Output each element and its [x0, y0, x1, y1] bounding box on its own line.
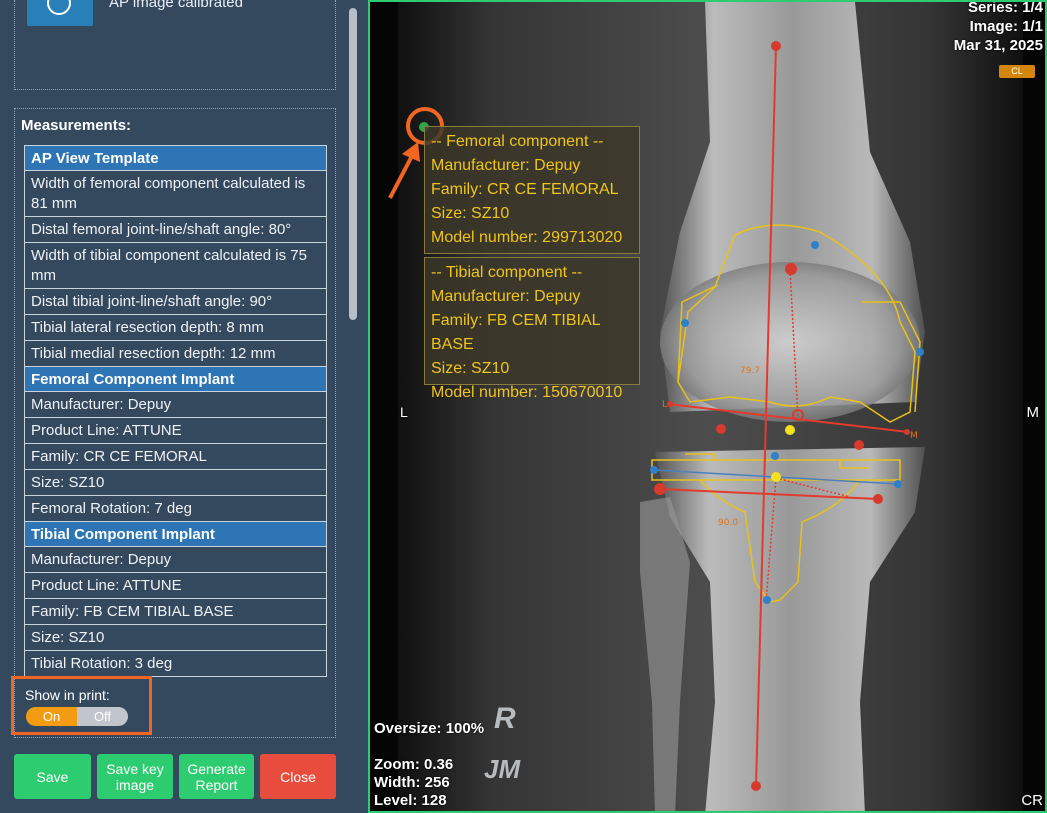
femoral-info-model: Model number: 299713020 — [431, 229, 623, 246]
xray-viewer[interactable]: 79.7 90.0 L M Series: 1/4 Image: 1/1 Mar… — [368, 0, 1047, 813]
save-button-label: Save — [36, 768, 69, 785]
measurement-row: Width of femoral component calculated is… — [24, 171, 327, 217]
watermark-jm: JM — [484, 754, 521, 784]
measurement-row: Distal tibial joint-line/shaft angle: 90… — [24, 289, 327, 315]
measurement-row: Tibial lateral resection depth: 8 mm — [24, 315, 327, 341]
femoral-angle-label: 79.7 — [740, 366, 760, 376]
femoral-info-family: Family: CR CE FEMORAL — [431, 181, 619, 198]
oversize-readout: Oversize: 100% — [374, 720, 485, 737]
generate-report-button[interactable]: Generate Report — [179, 754, 254, 799]
show-in-print-toggle[interactable]: On Off — [26, 707, 128, 726]
tibial-info-title: -- Tibial component -- — [431, 264, 583, 281]
measurement-row: Product Line: ATTUNE — [24, 573, 327, 599]
left-panel: AP image calibrated Measurements: AP Vie… — [0, 0, 368, 813]
zoom-text: Zoom: 0.36 — [374, 756, 454, 773]
calibration-status: AP image calibrated — [109, 0, 243, 11]
zoom-readout: Zoom: 0.36 Width: 256 Level: 128 — [374, 756, 453, 810]
measurement-section-header: Femoral Component Implant — [24, 367, 327, 392]
tibial-info-model: Model number: 150670010 — [431, 384, 623, 401]
show-in-print-label: Show in print: — [25, 687, 110, 703]
save-key-image-label: Save key image — [106, 760, 164, 793]
femoral-info-title: -- Femoral component -- — [431, 133, 604, 150]
modality-corner-label: CR — [1021, 792, 1043, 809]
save-button[interactable]: Save — [14, 754, 91, 799]
study-date-text: Mar 31, 2025 — [953, 37, 1043, 54]
measurement-row: Tibial medial resection depth: 12 mm — [24, 341, 327, 367]
calibration-box: AP image calibrated — [14, 0, 336, 90]
xray-image: 79.7 90.0 L M — [370, 2, 1045, 811]
measurement-section-header: Tibial Component Implant — [24, 522, 327, 547]
measurement-row: Tibial Rotation: 3 deg — [24, 651, 327, 677]
window-level-text: Level: 128 — [374, 792, 447, 809]
femoral-info-manufacturer: Manufacturer: Depuy — [431, 157, 581, 174]
measurement-row: Size: SZ10 — [24, 470, 327, 496]
toggle-on-option[interactable]: On — [26, 707, 77, 726]
measurements-title: Measurements: — [21, 117, 132, 134]
measurement-row: Size: SZ10 — [24, 625, 327, 651]
tibial-angle-label: 90.0 — [718, 518, 738, 528]
measurement-row: Femoral Rotation: 7 deg — [24, 496, 327, 522]
watermark-r: R — [494, 702, 516, 735]
tibial-info-size: Size: SZ10 — [431, 360, 510, 377]
measurements-box: Measurements: AP View Template Width of f… — [14, 108, 336, 738]
tibial-info-family: Family: FB CEM TIBIAL BASE — [431, 312, 600, 353]
calibration-icon[interactable] — [27, 0, 93, 26]
measurement-row: Family: FB CEM TIBIAL BASE — [24, 599, 327, 625]
save-key-image-button[interactable]: Save key image — [97, 754, 173, 799]
measurement-row: Distal femoral joint-line/shaft angle: 8… — [24, 217, 327, 243]
orientation-marker-left: L — [400, 404, 408, 420]
tibial-component-info[interactable]: -- Tibial component -- Manufacturer: Dep… — [424, 257, 640, 401]
series-text: Series: 1/4 — [967, 0, 1043, 16]
orientation-marker-right: M — [1026, 404, 1040, 421]
measurement-section-header: AP View Template — [24, 145, 327, 171]
image-index-text: Image: 1/1 — [969, 18, 1043, 35]
close-button[interactable]: Close — [260, 754, 336, 799]
generate-report-label: Generate Report — [187, 760, 246, 793]
window-width-text: Width: 256 — [374, 774, 450, 791]
close-button-label: Close — [280, 768, 316, 785]
panel-scrollbar[interactable] — [346, 0, 360, 813]
series-info: Series: 1/4 Image: 1/1 Mar 31, 2025 — [953, 0, 1043, 55]
measurement-row: Manufacturer: Depuy — [24, 392, 327, 418]
toggle-off-option[interactable]: Off — [77, 707, 128, 726]
scrollbar-thumb[interactable] — [349, 8, 357, 320]
measurement-row: Product Line: ATTUNE — [24, 418, 327, 444]
show-in-print-group: Show in print: On Off — [11, 676, 152, 735]
medial-point-label: M — [910, 431, 918, 441]
measurement-row: Width of tibial component calculated is … — [24, 243, 327, 289]
femoral-component-info[interactable]: -- Femoral component -- Manufacturer: De… — [424, 126, 640, 254]
tibial-info-manufacturer: Manufacturer: Depuy — [431, 288, 581, 305]
measurement-row: Family: CR CE FEMORAL — [24, 444, 327, 470]
measurements-table: AP View Template Width of femoral compone… — [24, 145, 327, 677]
cl-badge[interactable]: CL — [999, 65, 1035, 78]
lateral-point-label: L — [662, 400, 667, 410]
femoral-info-size: Size: SZ10 — [431, 205, 510, 222]
measurement-row: Manufacturer: Depuy — [24, 547, 327, 573]
